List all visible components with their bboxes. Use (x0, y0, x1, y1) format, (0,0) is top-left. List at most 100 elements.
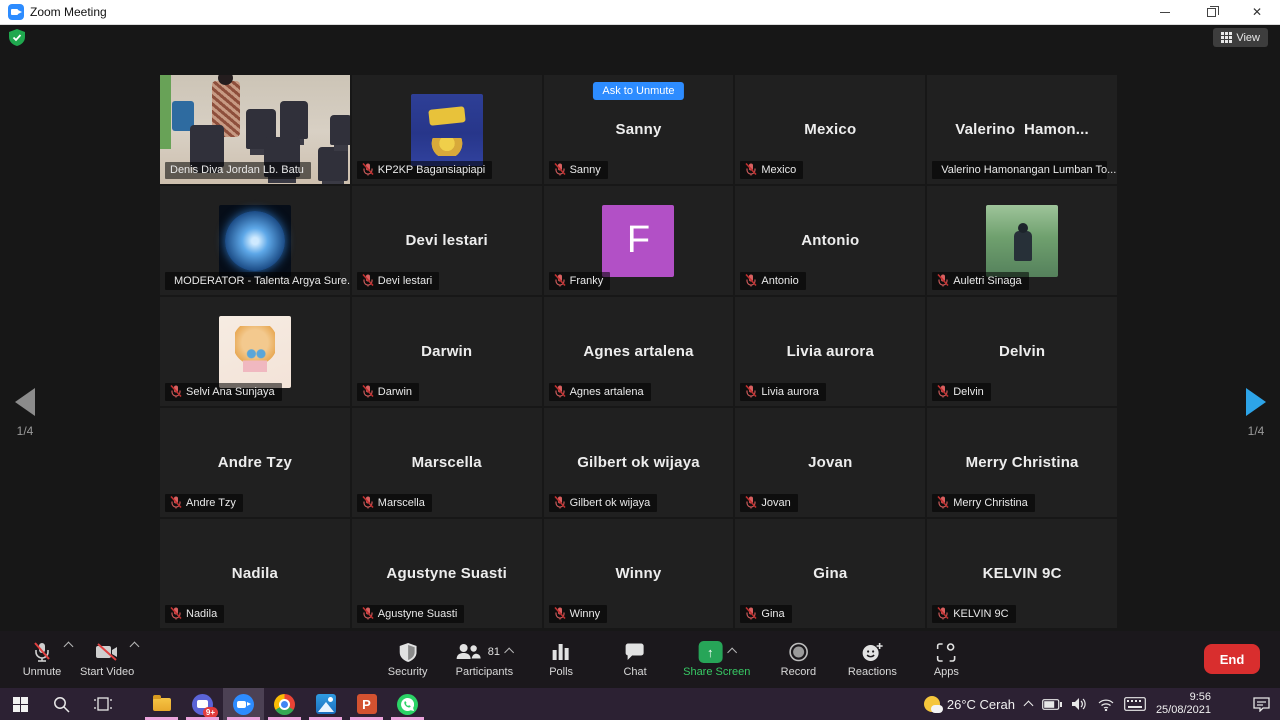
chat-app-taskbar-icon[interactable]: 9+ (182, 688, 223, 720)
powerpoint-taskbar-icon[interactable]: P (346, 688, 387, 720)
speaker-icon[interactable] (1072, 697, 1088, 711)
share-options-chevron[interactable] (727, 647, 737, 657)
keyboard-icon[interactable] (1124, 697, 1146, 711)
next-page-arrow[interactable] (1246, 388, 1266, 416)
participant-tile[interactable]: KP2KP Bagansiapiapi (352, 75, 542, 184)
muted-mic-icon (362, 163, 374, 176)
whatsapp-taskbar-icon[interactable] (387, 688, 428, 720)
participant-tile[interactable]: Agnes artalena Agnes artalena (544, 297, 734, 406)
unmute-label: Unmute (23, 666, 62, 678)
chrome-taskbar-icon[interactable] (264, 688, 305, 720)
weather-icon (924, 696, 940, 712)
participant-name-text: Livia aurora (761, 386, 818, 398)
close-button[interactable]: ✕ (1234, 0, 1280, 24)
participant-tile[interactable]: Denis Diva Jordan Lb. Batu (160, 75, 350, 184)
participant-tile[interactable]: KELVIN 9CKELVIN 9C (927, 519, 1117, 628)
window-titlebar: Zoom Meeting ✕ (0, 0, 1280, 25)
muted-mic-icon (554, 274, 566, 287)
screen: Zoom Meeting ✕ View Denis Diva Jordan Lb… (0, 0, 1280, 720)
participant-display-name: Mexico (804, 121, 856, 138)
unmute-button[interactable]: Unmute (10, 631, 74, 688)
tray-expand-chevron[interactable] (1023, 701, 1033, 711)
participant-tile[interactable]: SannyAsk to UnmuteSanny (544, 75, 734, 184)
participant-tile[interactable]: Gilbert ok wijayaGilbert ok wijaya (544, 408, 734, 517)
muted-mic-icon (362, 496, 374, 509)
participant-tile[interactable]: MexicoMexico (735, 75, 925, 184)
participant-avatar (986, 205, 1058, 277)
security-button[interactable]: Security (376, 631, 440, 688)
participant-tile[interactable]: Andre TzyAndre Tzy (160, 408, 350, 517)
restore-button[interactable] (1188, 0, 1234, 24)
participants-chevron[interactable] (505, 647, 515, 657)
participant-name-label: Devi lestari (357, 272, 439, 290)
participant-display-name: KELVIN 9C (983, 565, 1062, 582)
participant-tile[interactable]: AntonioAntonio (735, 186, 925, 295)
participant-name-label: KP2KP Bagansiapiapi (357, 161, 492, 179)
page-indicator-left: 1/4 (17, 424, 34, 438)
view-button[interactable]: View (1213, 28, 1268, 47)
participant-name-text: Merry Christina (953, 497, 1028, 509)
participant-name-label: Sanny (549, 161, 608, 179)
polls-button[interactable]: Polls (529, 631, 593, 688)
participant-tile[interactable]: DelvinDelvin (927, 297, 1117, 406)
previous-page-arrow[interactable] (15, 388, 35, 416)
ask-to-unmute-button[interactable]: Ask to Unmute (593, 82, 683, 100)
video-options-chevron[interactable] (130, 642, 140, 652)
participant-display-name: Marscella (412, 454, 482, 471)
unmute-options-chevron[interactable] (64, 642, 74, 652)
grid-view-icon (1221, 32, 1232, 43)
share-screen-button[interactable]: ↑ Share Screen (677, 631, 756, 688)
battery-icon[interactable] (1042, 699, 1062, 710)
participant-tile[interactable]: WinnyWinny (544, 519, 734, 628)
participant-name-label: Nadila (165, 605, 224, 623)
photos-taskbar-icon[interactable] (305, 688, 346, 720)
weather-text: 26°C Cerah (947, 697, 1015, 712)
start-video-button[interactable]: Start Video (74, 631, 140, 688)
participant-tile[interactable]: Marscella Marscella (352, 408, 542, 517)
reactions-button[interactable]: Reactions (840, 631, 904, 688)
participant-tile[interactable]: GinaGina (735, 519, 925, 628)
window-title: Zoom Meeting (30, 5, 107, 19)
zoom-taskbar-icon[interactable] (223, 688, 264, 720)
task-view-button[interactable] (82, 688, 123, 720)
taskbar-clock[interactable]: 9:56 25/08/2021 (1156, 691, 1211, 717)
participant-name-text: Franky (570, 275, 604, 287)
whatsapp-icon (397, 694, 418, 715)
participant-tile[interactable]: Devi lestariDevi lestari (352, 186, 542, 295)
participant-tile[interactable]: Valerino Hamon...Valerino Hamonangan Lum… (927, 75, 1117, 184)
chat-button[interactable]: Chat (603, 631, 667, 688)
participant-tile[interactable]: MODERATOR - Talenta Argya Sure... (160, 186, 350, 295)
participant-name-label: Livia aurora (740, 383, 825, 401)
participant-name-label: Antonio (740, 272, 805, 290)
participant-tile[interactable]: Merry ChristinaMerry Christina (927, 408, 1117, 517)
participant-tile[interactable]: DarwinDarwin (352, 297, 542, 406)
action-center-icon[interactable] (1253, 697, 1270, 712)
network-icon[interactable] (1098, 698, 1114, 711)
record-label: Record (781, 666, 816, 678)
participant-display-name: Agnes artalena (583, 343, 693, 360)
participants-button[interactable]: 81 Participants (450, 631, 519, 688)
participant-tile[interactable]: FFranky (544, 186, 734, 295)
participant-tile[interactable]: Auletri Sinaga (927, 186, 1117, 295)
participant-tile[interactable]: Livia auroraLivia aurora (735, 297, 925, 406)
apps-button[interactable]: Apps (914, 631, 978, 688)
start-button[interactable] (0, 688, 41, 720)
participant-name-label: Marscella (357, 494, 432, 512)
participant-name-text: Delvin (953, 386, 984, 398)
search-button[interactable] (41, 688, 82, 720)
participant-tile[interactable]: JovanJovan (735, 408, 925, 517)
participant-name-text: Gilbert ok wijaya (570, 497, 651, 509)
minimize-button[interactable] (1142, 0, 1188, 24)
participant-tile[interactable]: Agustyne SuastiAgustyne Suasti (352, 519, 542, 628)
end-meeting-button[interactable]: End (1204, 644, 1260, 674)
tray-date: 25/08/2021 (1156, 704, 1211, 716)
participant-tile[interactable]: Selvi Ana Sunjaya (160, 297, 350, 406)
weather-widget[interactable]: 26°C Cerah (924, 696, 1015, 712)
security-shield-icon[interactable] (9, 29, 25, 46)
tray-time: 9:56 (1190, 691, 1211, 703)
record-button[interactable]: Record (766, 631, 830, 688)
participant-tile[interactable]: NadilaNadila (160, 519, 350, 628)
file-explorer-taskbar-icon[interactable] (141, 688, 182, 720)
participant-name-text: Nadila (186, 608, 217, 620)
participant-name-text: Agnes artalena (570, 386, 644, 398)
